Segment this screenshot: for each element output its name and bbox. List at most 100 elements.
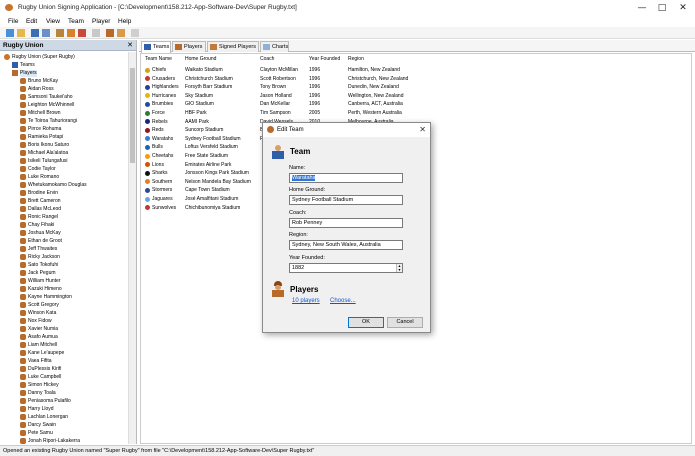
stepper-arrows-icon[interactable]: ▲ ▼	[396, 264, 402, 272]
region-field[interactable]: Sydney, New South Wales, Australia	[289, 240, 403, 250]
col-team-name[interactable]: Team Name	[145, 56, 172, 62]
cell-coach[interactable]: Tony Brown	[260, 83, 286, 91]
cell-home-ground[interactable]: HBF Park	[185, 109, 207, 117]
close-button[interactable]: ✕	[675, 2, 691, 14]
cell-home-ground[interactable]: Jonsson Kings Park Stadium	[185, 169, 249, 177]
maximize-button[interactable]: □	[654, 2, 670, 14]
cell-team-name[interactable]: Highlanders	[152, 83, 179, 91]
cell-year-founded[interactable]: 1996	[309, 92, 320, 100]
pencil-icon[interactable]	[67, 29, 75, 37]
cell-team-name[interactable]: Force	[152, 109, 165, 117]
cell-team-name[interactable]: Sharks	[152, 169, 168, 177]
col-year-founded[interactable]: Year Founded	[309, 56, 340, 62]
delete-icon[interactable]	[78, 29, 86, 37]
cell-region[interactable]: Hamilton, New Zealand	[348, 66, 400, 74]
edit-player-icon[interactable]	[117, 29, 125, 37]
cell-team-name[interactable]: Jaguares	[152, 195, 173, 203]
players-count-link[interactable]: 10 players	[292, 298, 320, 304]
year-founded-stepper[interactable]: 1882 ▲ ▼	[289, 263, 403, 273]
cell-coach[interactable]: Jason Holland	[260, 92, 292, 100]
save-as-icon[interactable]	[42, 29, 50, 37]
cell-home-ground[interactable]: Cape Town Stadium	[185, 186, 230, 194]
cell-team-name[interactable]: Sunwolves	[152, 204, 176, 212]
cell-team-name[interactable]: Reds	[152, 126, 164, 134]
undo-icon[interactable]	[92, 29, 100, 37]
menu-help[interactable]: Help	[118, 18, 131, 25]
menu-player[interactable]: Player	[92, 18, 110, 25]
panel-close-button[interactable]: ✕	[127, 41, 133, 49]
tab-strip: Teams Players Signed Players Charts	[139, 40, 695, 53]
cell-home-ground[interactable]: Christchurch Stadium	[185, 75, 233, 83]
cell-home-ground[interactable]: Chichibunomiya Stadium	[185, 204, 240, 212]
cell-team-name[interactable]: Bulls	[152, 143, 163, 151]
player-icon	[20, 174, 26, 180]
cell-year-founded[interactable]: 1996	[309, 100, 320, 108]
cell-year-founded[interactable]: 1996	[309, 75, 320, 83]
ok-button[interactable]: OK	[348, 317, 384, 328]
cell-home-ground[interactable]: Loftus Versfeld Stadium	[185, 143, 238, 151]
col-coach[interactable]: Coach	[260, 56, 274, 62]
menu-file[interactable]: File	[8, 18, 18, 25]
tab-players[interactable]: Players	[172, 41, 206, 52]
menu-view[interactable]: View	[46, 18, 60, 25]
cell-team-name[interactable]: Southern	[152, 178, 172, 186]
cell-coach[interactable]: Scott Robertson	[260, 75, 296, 83]
tab-teams[interactable]: Teams	[141, 41, 171, 53]
cell-home-ground[interactable]: Waikato Stadium	[185, 66, 223, 74]
cell-year-founded[interactable]: 1996	[309, 83, 320, 91]
cell-coach[interactable]: Tim Sampson	[260, 109, 291, 117]
cell-team-name[interactable]: Crusaders	[152, 75, 175, 83]
cell-team-name[interactable]: Waratahs	[152, 135, 173, 143]
cell-year-founded[interactable]: 2005	[309, 109, 320, 117]
save-icon[interactable]	[31, 29, 39, 37]
coach-field[interactable]: Rob Penney	[289, 218, 403, 228]
choose-players-link[interactable]: Choose...	[330, 298, 356, 304]
cell-home-ground[interactable]: Free State Stadium	[185, 152, 228, 160]
player-icon	[20, 422, 26, 428]
cell-home-ground[interactable]: Sky Stadium	[185, 92, 213, 100]
tree-scrollbar[interactable]	[128, 52, 136, 444]
cell-team-name[interactable]: Lions	[152, 161, 164, 169]
minimize-button[interactable]: —	[634, 2, 650, 14]
cell-team-name[interactable]: Stormers	[152, 186, 172, 194]
player-icon	[20, 86, 26, 92]
dialog-close-button[interactable]: ✕	[419, 125, 426, 134]
tab-charts[interactable]: Charts	[260, 41, 289, 52]
cell-home-ground[interactable]: AAMI Park	[185, 118, 209, 126]
cell-home-ground[interactable]: Nelson Mandela Bay Stadium	[185, 178, 251, 186]
edit-icon[interactable]	[56, 29, 64, 37]
tab-signed-players[interactable]: Signed Players	[207, 41, 259, 52]
tree-view[interactable]: Rugby Union (Super Rugby) Teams Players …	[0, 52, 128, 444]
menu-team[interactable]: Team	[68, 18, 84, 25]
cell-region[interactable]: Christchurch, New Zealand	[348, 75, 408, 83]
cell-home-ground[interactable]: Forsyth Barr Stadium	[185, 83, 232, 91]
cell-coach[interactable]: Clayton McMillan	[260, 66, 298, 74]
cell-home-ground[interactable]: Sydney Football Stadium	[185, 135, 241, 143]
cell-team-name[interactable]: Cheetahs	[152, 152, 173, 160]
col-home-ground[interactable]: Home Ground	[185, 56, 216, 62]
new-icon[interactable]	[6, 29, 14, 37]
cell-region[interactable]: Dunedin, New Zealand	[348, 83, 399, 91]
col-region[interactable]: Region	[348, 56, 364, 62]
cell-home-ground[interactable]: José Amalfitani Stadium	[185, 195, 238, 203]
cell-home-ground[interactable]: Suncorp Stadium	[185, 126, 223, 134]
cell-year-founded[interactable]: 1996	[309, 66, 320, 74]
name-field[interactable]: Waratahs	[289, 173, 403, 183]
open-icon[interactable]	[17, 29, 25, 37]
cell-home-ground[interactable]: Emirates Airline Park	[185, 161, 231, 169]
cell-region[interactable]: Perth, Western Australia	[348, 109, 402, 117]
cell-home-ground[interactable]: GIO Stadium	[185, 100, 214, 108]
cell-region[interactable]: Canberra, ACT, Australia	[348, 100, 403, 108]
menu-edit[interactable]: Edit	[26, 18, 37, 25]
delete-player-icon[interactable]	[131, 29, 139, 37]
cell-team-name[interactable]: Rebels	[152, 118, 168, 126]
cancel-button[interactable]: Cancel	[387, 317, 423, 328]
cell-team-name[interactable]: Chiefs	[152, 66, 166, 74]
add-player-icon[interactable]	[106, 29, 114, 37]
cell-team-name[interactable]: Brumbies	[152, 100, 173, 108]
cell-region[interactable]: Wellington, New Zealand	[348, 92, 404, 100]
scrollbar-thumb[interactable]	[130, 68, 135, 163]
cell-coach[interactable]: Dan McKellar	[260, 100, 290, 108]
home-ground-field[interactable]: Sydney Football Stadium	[289, 195, 403, 205]
cell-team-name[interactable]: Hurricanes	[152, 92, 176, 100]
